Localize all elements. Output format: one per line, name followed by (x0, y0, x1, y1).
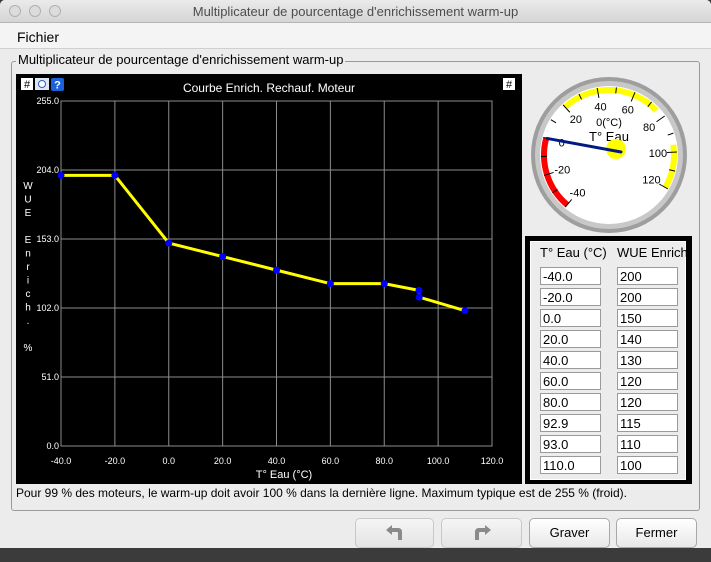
undo-button[interactable] (355, 518, 434, 548)
chart-data-point[interactable] (111, 171, 119, 179)
gauge-tick (615, 87, 617, 94)
temperature-cell[interactable]: 0.0 (540, 309, 601, 327)
chart-y-tick-label: 255.0 (36, 96, 59, 106)
chart-data-point[interactable] (57, 171, 65, 179)
chart-data-point[interactable] (165, 239, 173, 247)
redo-arrow-icon (474, 525, 491, 540)
chart-x-tick-label: 120.0 (481, 456, 504, 466)
chart-data-point[interactable] (219, 253, 227, 261)
desktop-background-strip (0, 548, 711, 562)
chart-y-tick-label: 51.0 (41, 372, 59, 382)
burn-button[interactable]: Graver (529, 518, 610, 548)
wue-table: T° Eau (°C) WUE Enrich -40.0 200 -20.0 200 0… (530, 241, 688, 480)
chart-y-tick-label: 204.0 (36, 165, 59, 175)
temperature-cell[interactable]: 60.0 (540, 372, 601, 390)
wue-cell[interactable]: 100 (617, 456, 678, 474)
gauge-tick-label: 40 (594, 102, 606, 114)
enrichment-chart[interactable]: 0.0 51.0 102.0 153.0 204.0 255.0 -40.0 -20.0 0.0… (16, 74, 522, 484)
wue-cell[interactable]: 130 (617, 351, 678, 369)
temperature-cell[interactable]: 93.0 (540, 435, 601, 453)
temperature-gauge: -40 -20 0 20 40 60 80 100 120 0(°C) T° Eau (528, 74, 690, 235)
gauge-tick-label: 100 (649, 148, 667, 160)
temperature-cell[interactable]: 92.9 (540, 414, 601, 432)
chart-data-point[interactable] (326, 280, 334, 288)
chart-x-tick-label: 40.0 (268, 456, 286, 466)
chart-series-line (61, 173, 466, 313)
chart-data-point[interactable] (415, 286, 423, 294)
gauge-tick-label: -40 (570, 188, 586, 200)
temperature-cell[interactable]: 80.0 (540, 393, 601, 411)
chart-y-label-char: c (26, 289, 31, 300)
chart-y-label-char: n (25, 249, 31, 260)
wue-cell[interactable]: 200 (617, 288, 678, 306)
chart-x-tick-label: 20.0 (214, 456, 232, 466)
menu-fichier[interactable]: Fichier (17, 29, 59, 45)
column-header-temperature: T° Eau (°C) (540, 245, 607, 260)
temperature-cell[interactable]: 20.0 (540, 330, 601, 348)
chart-y-tick-label: 153.0 (36, 234, 59, 244)
gauge-label: T° Eau (589, 129, 629, 144)
window-title: Multiplicateur de pourcentage d'enrichis… (192, 4, 519, 19)
wue-cell[interactable]: 140 (617, 330, 678, 348)
wue-cell[interactable]: 120 (617, 372, 678, 390)
undo-arrow-icon (385, 525, 402, 540)
gauge-svg: -40-20 0 20 40 60 80 100 120 0(°C)T° Eau (531, 77, 687, 233)
app-window: Multiplicateur de pourcentage d'enrichis… (0, 0, 711, 562)
gauge-tick-label: 0 (559, 137, 565, 149)
chart-data-point[interactable] (273, 266, 280, 274)
gauge-tick-label: -20 (554, 165, 570, 177)
temperature-cell[interactable]: -40.0 (540, 267, 601, 285)
chart-y-label-char: U (24, 195, 31, 206)
wue-cell[interactable]: 110 (617, 435, 678, 453)
chart-help-icon: ? (54, 80, 61, 92)
wue-cell[interactable]: 200 (617, 267, 678, 285)
chart-y-label-char: % (24, 343, 33, 354)
status-message: Pour 99 % des moteurs, le warm-up doit a… (16, 486, 627, 500)
chart-camera-lens-icon (38, 80, 46, 88)
chart-x-tick-label: 0.0 (162, 456, 175, 466)
wue-cell[interactable]: 150 (617, 309, 678, 327)
chart-y-label-char: E (25, 235, 32, 246)
wue-table-panel: T° Eau (°C) WUE Enrich -40.0 200 -20.0 200 0… (525, 236, 692, 484)
gauge-tick-label: 80 (643, 122, 655, 134)
chart-data-point[interactable] (461, 307, 469, 315)
menu-bar: Fichier (0, 23, 711, 49)
chart-x-tick-label: 80.0 (375, 456, 393, 466)
chart-x-tick-label: 100.0 (427, 456, 450, 466)
temperature-cell[interactable]: -20.0 (540, 288, 601, 306)
chart-y-label-char: i (27, 276, 29, 287)
chart-data-point[interactable] (415, 293, 423, 301)
chart-title: Courbe Enrich. Rechauf. Moteur (183, 81, 355, 95)
chart-y-label-char: W (23, 181, 33, 192)
column-header-wue: WUE Enrich (617, 245, 688, 260)
temperature-cell[interactable]: 110.0 (540, 456, 601, 474)
temperature-cell[interactable]: 40.0 (540, 351, 601, 369)
chart-y-label-char: h (25, 303, 31, 314)
chart-x-tick-label: 60.0 (322, 456, 340, 466)
chart-x-axis-label: T° Eau (°C) (256, 469, 312, 481)
gauge-unit-readout: 0(°C) (596, 117, 622, 129)
chart-y-tick-label: 102.0 (36, 303, 59, 313)
gauge-tick-label: 120 (642, 175, 660, 187)
chart-data-point[interactable] (380, 280, 388, 288)
wue-cell[interactable]: 120 (617, 393, 678, 411)
redo-button[interactable] (441, 518, 522, 548)
chart-y-label-char: r (26, 262, 30, 273)
chart-hash-right-label: # (506, 79, 513, 91)
chart-x-tick-label: -40.0 (51, 456, 72, 466)
chart-y-label-char: E (25, 208, 32, 219)
gauge-tick-label: 20 (570, 114, 582, 126)
chart-svg[interactable]: 0.0 51.0 102.0 153.0 204.0 255.0 -40.0 -20.0 0.0… (16, 74, 522, 484)
wue-cell[interactable]: 115 (617, 414, 678, 432)
title-bar: Multiplicateur de pourcentage d'enrichis… (0, 0, 711, 23)
group-legend: Multiplicateur de pourcentage d'enrichis… (16, 52, 346, 67)
chart-y-label-char: . (27, 316, 30, 327)
chart-y-axis-label: WUEEnrich.% (23, 181, 33, 354)
close-button[interactable]: Fermer (616, 518, 697, 548)
chart-x-tick-label: -20.0 (105, 456, 126, 466)
chart-hash-left-label: # (24, 79, 31, 91)
gauge-tick-label: 60 (622, 105, 634, 117)
chart-y-tick-label: 0.0 (46, 441, 59, 451)
